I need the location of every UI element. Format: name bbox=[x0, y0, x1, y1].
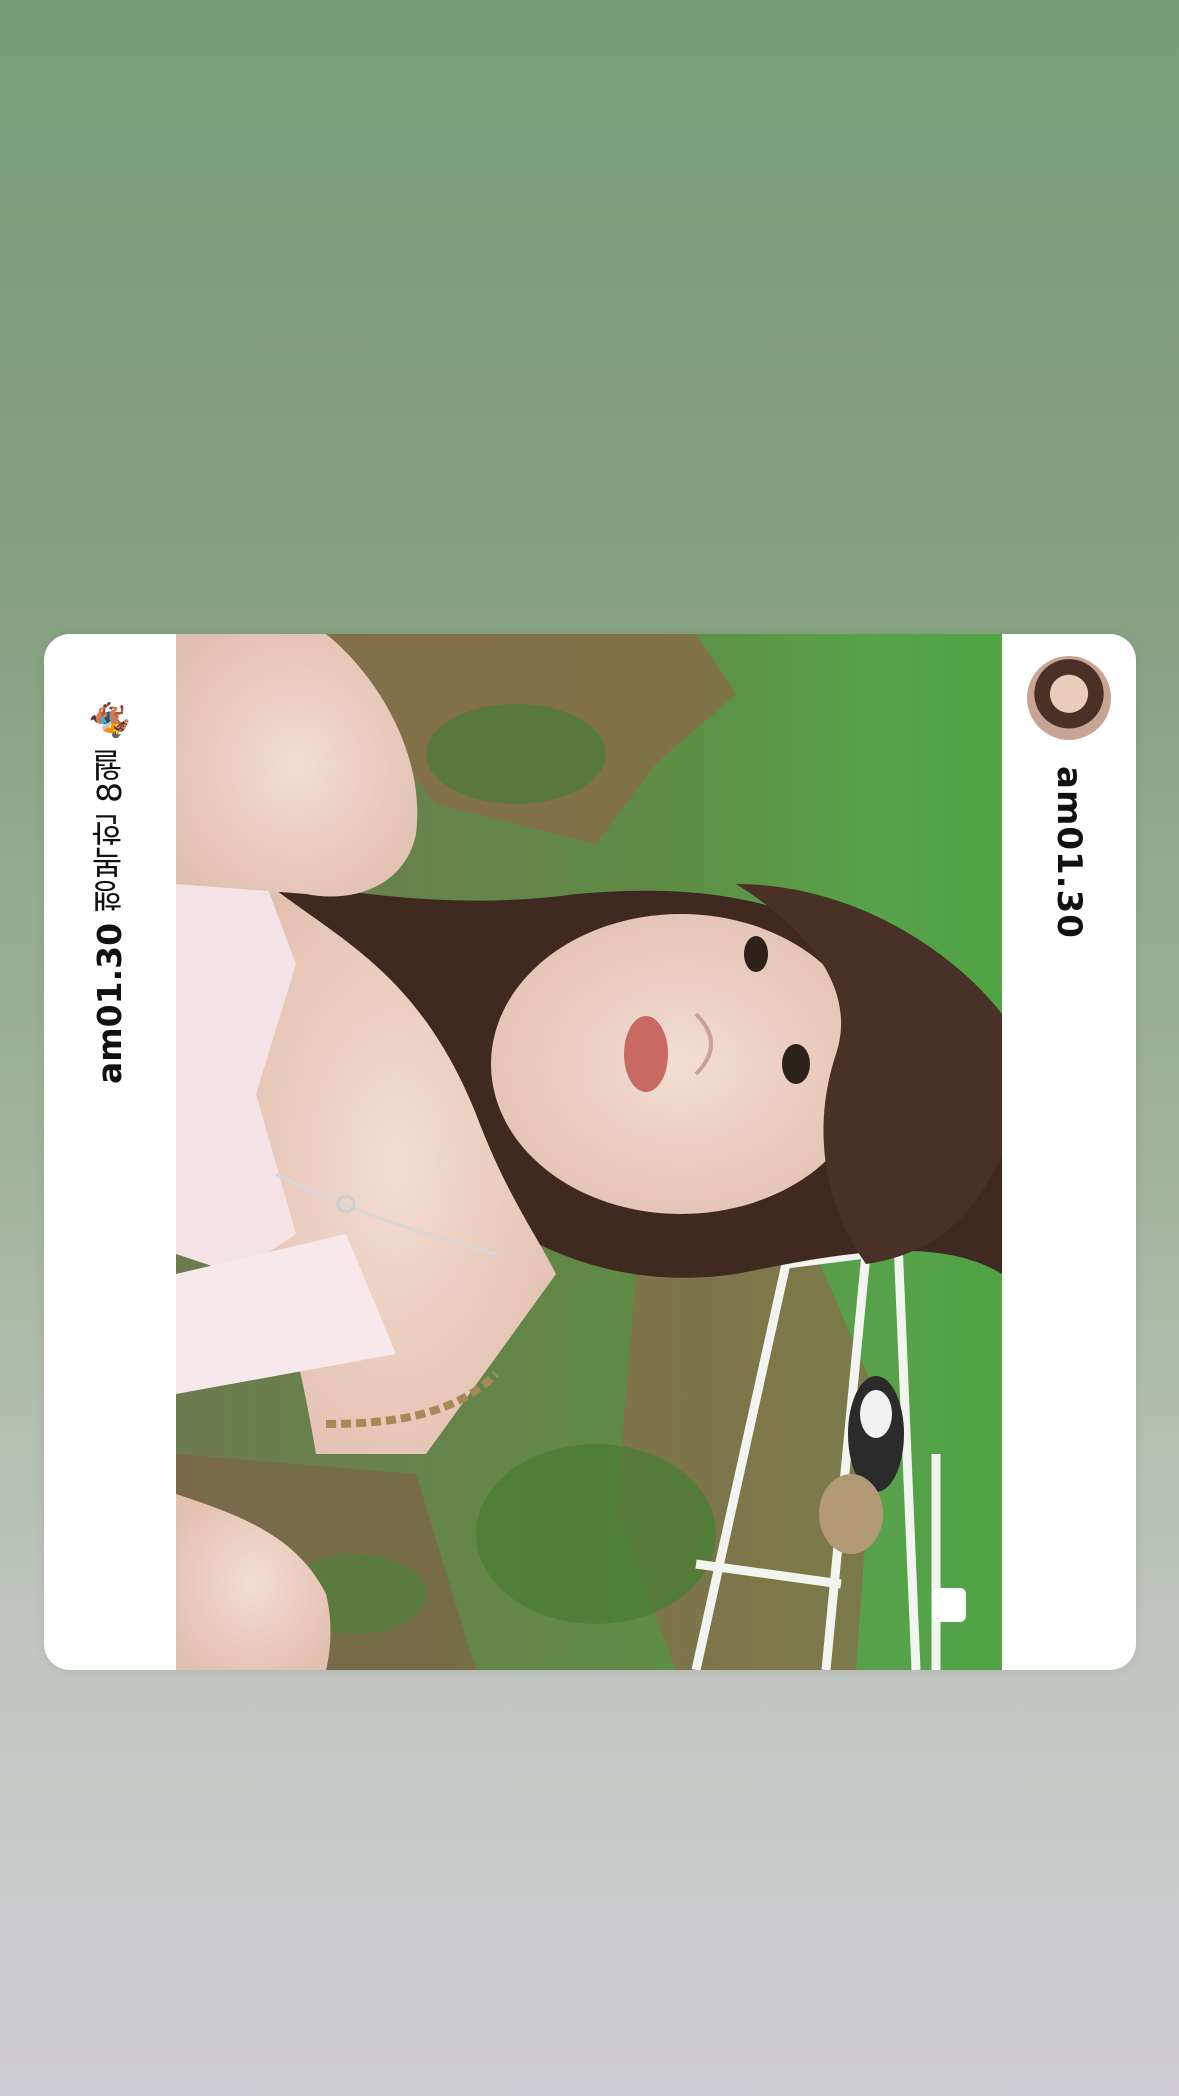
profile-avatar[interactable] bbox=[1027, 656, 1111, 740]
caption-text: 행복한 8월 bbox=[90, 748, 129, 913]
post-photo[interactable] bbox=[176, 634, 1002, 1670]
caption-username[interactable]: am01.30 bbox=[90, 923, 129, 1084]
post-photo-image bbox=[176, 634, 1002, 1670]
shared-post-card[interactable]: am01.30 행복한 8월 🏇 am01.30 bbox=[44, 634, 1136, 1670]
post-caption: am01.30 행복한 8월 🏇 bbox=[84, 654, 136, 1084]
post-header: am01.30 bbox=[1002, 634, 1136, 1670]
story-screen: am01.30 행복한 8월 🏇 am01.30 bbox=[0, 0, 1179, 2096]
multiple-photos-icon bbox=[932, 1588, 966, 1622]
horse-racing-emoji: 🏇 bbox=[90, 696, 130, 739]
post-username[interactable]: am01.30 bbox=[1046, 766, 1092, 939]
caption-strip: am01.30 행복한 8월 🏇 bbox=[44, 634, 176, 1670]
